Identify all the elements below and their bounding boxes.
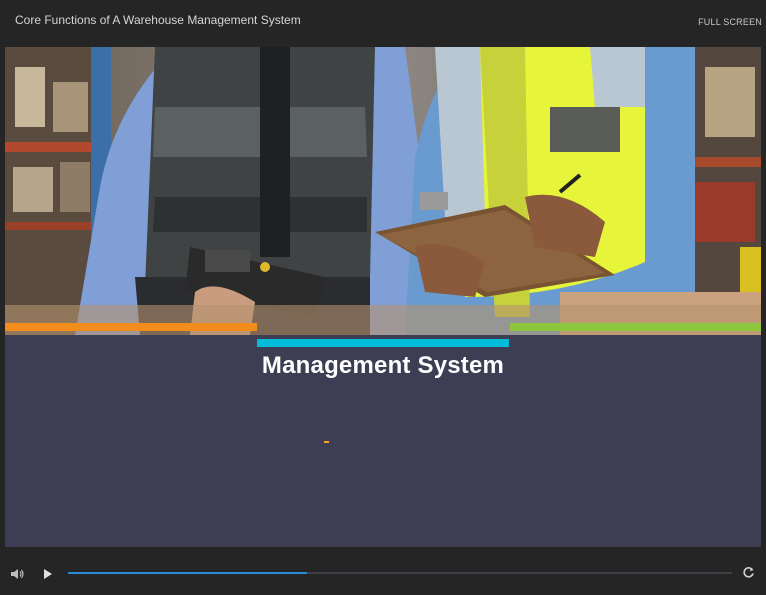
text-cursor <box>324 441 329 443</box>
slide-title: Management System <box>261 352 505 379</box>
accent-bar-orange <box>5 323 257 331</box>
play-icon[interactable] <box>43 567 53 585</box>
progress-track[interactable] <box>68 572 732 574</box>
slide-stage: Management System <box>5 47 761 547</box>
accent-bar-cyan <box>257 339 509 347</box>
warehouse-workers-photo <box>5 47 761 335</box>
volume-icon[interactable] <box>10 567 24 585</box>
fullscreen-button[interactable]: FULL SCREEN <box>698 17 762 27</box>
replay-icon[interactable] <box>742 566 755 584</box>
top-bar: Core Functions of A Warehouse Management… <box>0 0 766 44</box>
accent-bar-green <box>510 323 761 331</box>
player-controls <box>0 550 766 595</box>
course-title: Core Functions of A Warehouse Management… <box>15 13 301 27</box>
progress-fill <box>68 572 308 574</box>
